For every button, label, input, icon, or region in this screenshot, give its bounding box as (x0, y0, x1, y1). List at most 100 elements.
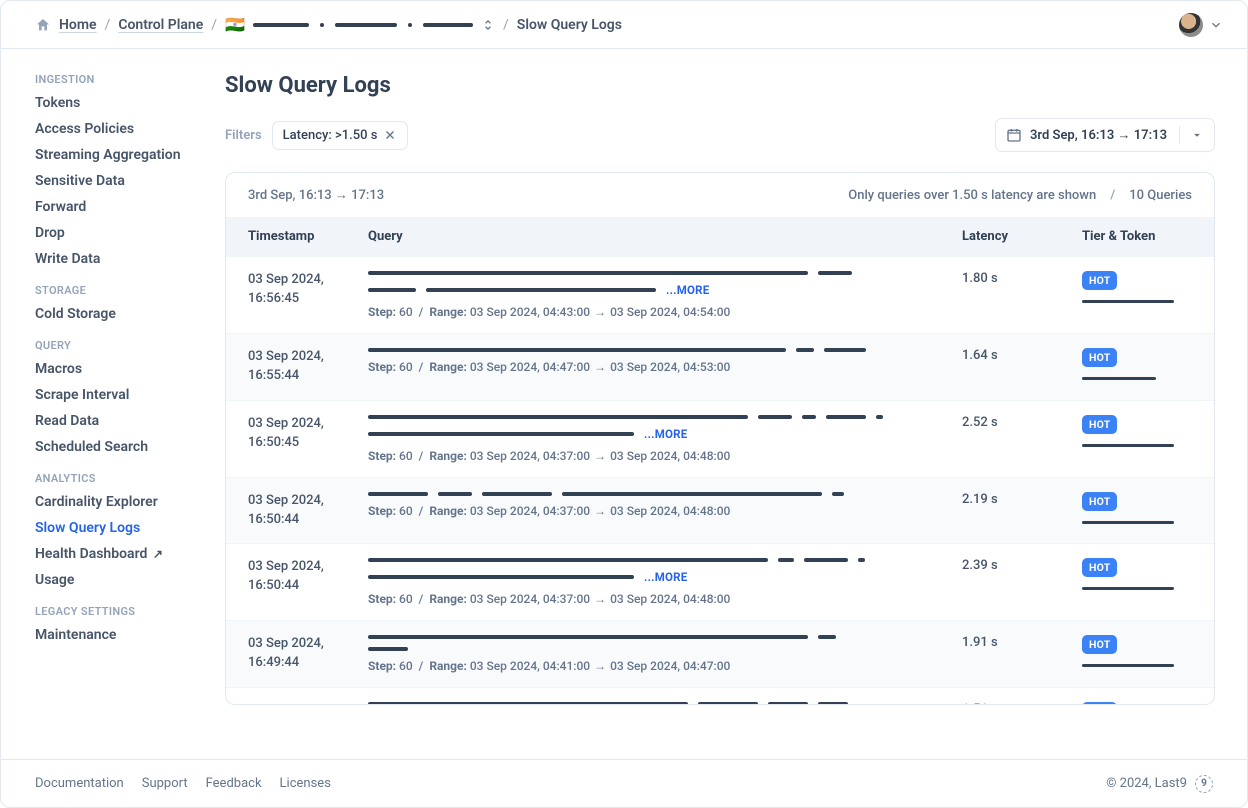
footer-link-documentation[interactable]: Documentation (35, 776, 124, 791)
filter-chip-latency[interactable]: Latency: >1.50 s (272, 121, 409, 150)
table-row[interactable]: 03 Sep 2024,16:48:00Step: 60 / Range: 03… (226, 687, 1214, 704)
chevron-down-icon (1209, 18, 1223, 32)
sidebar-group-head: STORAGE (35, 284, 201, 297)
panel-query-count: 10 Queries (1129, 188, 1192, 203)
cell-timestamp: 03 Sep 2024,16:50:45 (248, 415, 368, 463)
sidebar-item-read-data[interactable]: Read Data (35, 414, 201, 428)
cell-timestamp: 03 Sep 2024,16:50:44 (248, 492, 368, 530)
table-row[interactable]: 03 Sep 2024,16:50:45 ...MORE Step: 60 / Ra… (226, 400, 1214, 477)
cell-query: ...MORE Step: 60 / Range: 03 Sep 2024, 04… (368, 415, 962, 463)
flag-india-icon: 🇮🇳 (225, 17, 245, 33)
sidebar-group-head: LEGACY SETTINGS (35, 605, 201, 618)
footer: Documentation Support Feedback Licenses © 2… (1, 759, 1247, 807)
copyright: © 2024, Last9 (1106, 776, 1187, 791)
table-row[interactable]: 03 Sep 2024,16:55:44Step: 60 / Range: 03… (226, 333, 1214, 400)
table-row[interactable]: 03 Sep 2024,16:56:45 ...MORE Step: 60 / Ra… (226, 256, 1214, 333)
sidebar-item-macros[interactable]: Macros (35, 362, 201, 376)
cell-tier: HOT (1082, 558, 1192, 606)
footer-link-feedback[interactable]: Feedback (206, 776, 262, 791)
cell-latency: 2.52 s (962, 415, 1082, 463)
sidebar-item-scrape-interval[interactable]: Scrape Interval (35, 388, 201, 402)
sidebar-item-scheduled-search[interactable]: Scheduled Search (35, 440, 201, 454)
query-meta: Step: 60 / Range: 03 Sep 2024, 04:37:00→… (368, 592, 942, 606)
query-meta: Step: 60 / Range: 03 Sep 2024, 04:41:00→… (368, 659, 942, 673)
page-title: Slow Query Logs (225, 73, 1215, 98)
footer-link-support[interactable]: Support (142, 776, 188, 791)
col-timestamp: Timestamp (248, 229, 368, 244)
sidebar-group-head: INGESTION (35, 73, 201, 86)
breadcrumb: Home / Control Plane / 🇮🇳 / Slow Query L… (35, 17, 622, 33)
cluster-selector[interactable]: 🇮🇳 (225, 17, 495, 33)
sidebar-group-head: ANALYTICS (35, 472, 201, 485)
cell-tier: HOT (1082, 348, 1192, 386)
cell-tier: HOT (1082, 702, 1192, 704)
cell-latency: 2.39 s (962, 558, 1082, 606)
sidebar-item-maintenance[interactable]: Maintenance (35, 628, 201, 642)
sidebar-item-access-policies[interactable]: Access Policies (35, 122, 201, 136)
sidebar-item-write-data[interactable]: Write Data (35, 252, 201, 266)
col-latency: Latency (962, 229, 1082, 244)
tier-badge: HOT (1082, 492, 1117, 511)
cell-tier: HOT (1082, 271, 1192, 319)
token-redacted (1082, 444, 1174, 447)
cell-query: Step: 60 / Range: 03 Sep 2024, 04:47:00→… (368, 348, 962, 386)
avatar (1179, 13, 1203, 37)
sidebar-item-cardinality-explorer[interactable]: Cardinality Explorer (35, 495, 201, 509)
sidebar: INGESTION Tokens Access Policies Streaming … (1, 49, 201, 759)
cell-tier: HOT (1082, 635, 1192, 673)
cell-timestamp: 03 Sep 2024,16:55:44 (248, 348, 368, 386)
sidebar-item-sensitive-data[interactable]: Sensitive Data (35, 174, 201, 188)
last9-logo-icon: 9 (1195, 775, 1213, 793)
sidebar-item-health-dashboard[interactable]: Health Dashboard ↗ (35, 547, 201, 561)
user-menu[interactable] (1179, 13, 1223, 37)
calendar-icon (1006, 127, 1022, 143)
sidebar-item-usage[interactable]: Usage (35, 573, 201, 587)
footer-link-licenses[interactable]: Licenses (280, 776, 331, 791)
cell-latency: 2.19 s (962, 492, 1082, 530)
cell-timestamp: 03 Sep 2024,16:50:44 (248, 558, 368, 606)
table-row[interactable]: 03 Sep 2024,16:50:44Step: 60 / Range: 03… (226, 477, 1214, 544)
tier-badge: HOT (1082, 558, 1117, 577)
sidebar-item-forward[interactable]: Forward (35, 200, 201, 214)
cell-latency: 1.80 s (962, 271, 1082, 319)
table-row[interactable]: 03 Sep 2024,16:49:44Step: 60 / Range: 03… (226, 620, 1214, 687)
tier-badge: HOT (1082, 348, 1117, 367)
tier-badge: HOT (1082, 702, 1117, 704)
expand-more[interactable]: ...MORE (666, 283, 709, 297)
token-redacted (1082, 300, 1174, 303)
sidebar-group-head: QUERY (35, 339, 201, 352)
panel-header: 3rd Sep, 16:13 → 17:13 Only queries over… (226, 173, 1214, 217)
sidebar-item-streaming-aggregation[interactable]: Streaming Aggregation (35, 148, 201, 162)
col-tier: Tier & Token (1082, 229, 1192, 244)
panel-note: Only queries over 1.50 s latency are sho… (848, 188, 1096, 203)
cell-timestamp: 03 Sep 2024,16:49:44 (248, 635, 368, 673)
cell-query: Step: 60 / Range: 03 Sep 2024, 04:41:00→… (368, 635, 962, 673)
caret-down-icon (1190, 128, 1204, 142)
cell-query: Step: 60 / Range: 03 Sep 2024, 04:40:00→… (368, 702, 962, 704)
token-redacted (1082, 587, 1174, 590)
breadcrumb-control-plane[interactable]: Control Plane (118, 17, 203, 33)
expand-more[interactable]: ...MORE (644, 427, 687, 441)
token-redacted (1082, 664, 1174, 667)
breadcrumb-home[interactable]: Home (59, 17, 97, 33)
main-content: Slow Query Logs Filters Latency: >1.50 s… (201, 49, 1247, 759)
expand-more[interactable]: ...MORE (644, 570, 687, 584)
sidebar-item-slow-query-logs[interactable]: Slow Query Logs (35, 521, 201, 535)
results-panel: 3rd Sep, 16:13 → 17:13 Only queries over… (225, 172, 1215, 705)
top-bar: Home / Control Plane / 🇮🇳 / Slow Query L… (1, 1, 1247, 49)
time-range-picker[interactable]: 3rd Sep, 16:13 → 17:13 (995, 118, 1215, 152)
query-meta: Step: 60 / Range: 03 Sep 2024, 04:37:00→… (368, 449, 942, 463)
close-icon[interactable] (383, 128, 397, 142)
cell-tier: HOT (1082, 415, 1192, 463)
cell-timestamp: 03 Sep 2024,16:56:45 (248, 271, 368, 319)
token-redacted (1082, 377, 1156, 380)
cell-query: Step: 60 / Range: 03 Sep 2024, 04:37:00→… (368, 492, 962, 530)
table-row[interactable]: 03 Sep 2024,16:50:44 ...MORE Step: 60 / Ra… (226, 543, 1214, 620)
query-meta: Step: 60 / Range: 03 Sep 2024, 04:37:00→… (368, 504, 942, 518)
sidebar-item-cold-storage[interactable]: Cold Storage (35, 307, 201, 321)
sidebar-item-tokens[interactable]: Tokens (35, 96, 201, 110)
cell-query: ...MORE Step: 60 / Range: 03 Sep 2024, 04… (368, 271, 962, 319)
tier-badge: HOT (1082, 415, 1117, 434)
sidebar-item-drop[interactable]: Drop (35, 226, 201, 240)
query-meta: Step: 60 / Range: 03 Sep 2024, 04:43:00→… (368, 305, 942, 319)
